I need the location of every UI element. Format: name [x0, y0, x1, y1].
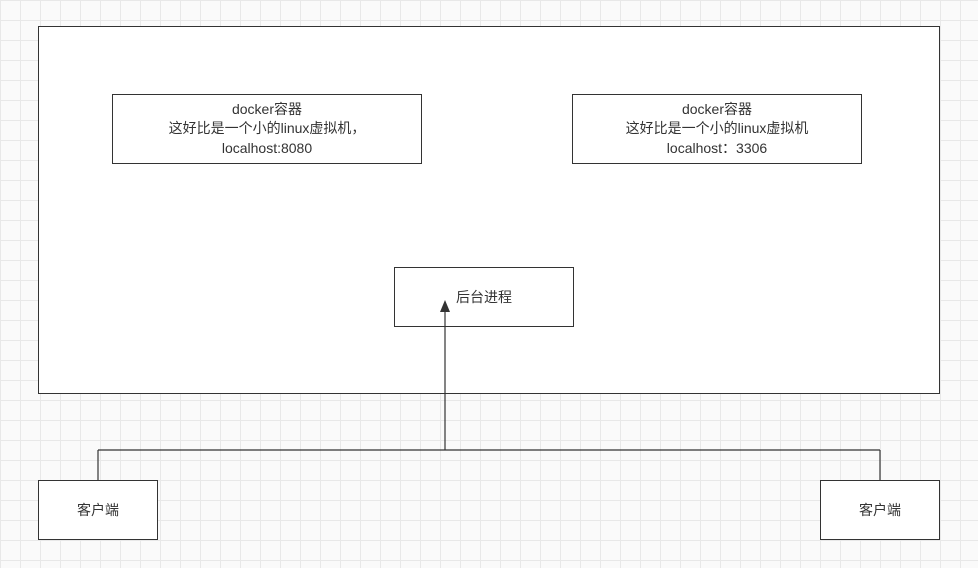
- client-box-right: 客户端: [820, 480, 940, 540]
- docker-container-2-addr: localhost：3306: [667, 139, 767, 159]
- client-right-label: 客户端: [859, 500, 901, 520]
- backend-process-label: 后台进程: [456, 287, 512, 307]
- client-box-left: 客户端: [38, 480, 158, 540]
- backend-process-box: 后台进程: [394, 267, 574, 327]
- docker-container-2-desc: 这好比是一个小的linux虚拟机: [626, 119, 809, 139]
- outer-container: docker容器 这好比是一个小的linux虚拟机， localhost:808…: [38, 26, 940, 394]
- docker-container-1-desc: 这好比是一个小的linux虚拟机，: [169, 119, 366, 139]
- docker-container-2: docker容器 这好比是一个小的linux虚拟机 localhost：3306: [572, 94, 862, 164]
- docker-container-2-title: docker容器: [682, 100, 752, 120]
- client-left-label: 客户端: [77, 500, 119, 520]
- docker-container-1: docker容器 这好比是一个小的linux虚拟机， localhost:808…: [112, 94, 422, 164]
- docker-container-1-title: docker容器: [232, 100, 302, 120]
- docker-container-1-addr: localhost:8080: [222, 139, 312, 159]
